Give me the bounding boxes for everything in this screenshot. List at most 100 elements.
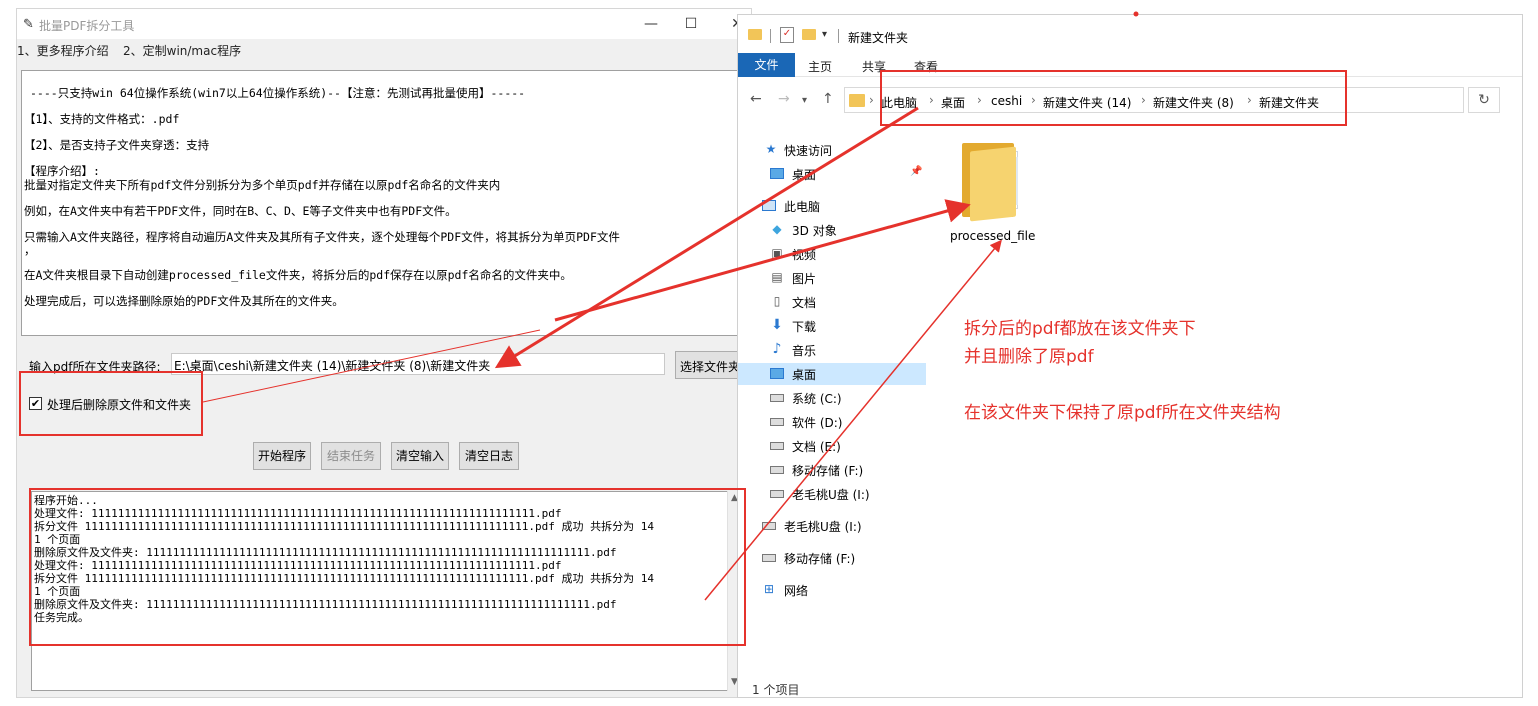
cube-icon: ◆: [772, 222, 782, 236]
music-icon: ♪: [772, 341, 782, 357]
status-item-count: 1 个项目: [752, 683, 800, 697]
nav-item-videos[interactable]: ▣ 视频: [738, 243, 926, 265]
nav-item-label: 3D 对象: [792, 224, 837, 238]
drive-icon: [770, 418, 784, 426]
annotation-text: 拆分后的pdf都放在该文件夹下: [964, 319, 1196, 339]
separator: [770, 29, 771, 43]
desktop-icon: [770, 168, 784, 179]
nav-item-label: 桌面: [792, 368, 817, 382]
drive-icon: [770, 466, 784, 474]
processed-file-folder[interactable]: [962, 139, 1024, 222]
nav-item-downloads[interactable]: ⬇ 下载: [738, 315, 926, 337]
app-title: 批量PDF拆分工具: [39, 19, 135, 33]
program-info-panel: ----只支持win 64位操作系统(win7以上64位操作系统)--【注意：先…: [21, 70, 749, 336]
desktop-icon: [770, 368, 784, 379]
info-line: 只需输入A文件夹路径，程序将自动遍历A文件夹及其所有子文件夹，逐个处理每个PDF…: [24, 230, 620, 244]
nav-item-drive-i[interactable]: 老毛桃U盘 (I:): [738, 483, 926, 505]
explorer-titlebar: ✓ ▾ 新建文件夹: [738, 15, 1522, 53]
folder-icon: [748, 29, 762, 40]
info-line: 在A文件夹根目录下自动创建processed_file文件夹，将拆分后的pdf保…: [24, 268, 572, 282]
folder-path-input[interactable]: E:\桌面\ceshi\新建文件夹 (14)\新建文件夹 (8)\新建文件夹: [171, 353, 665, 375]
nav-item-drive-c[interactable]: 系统 (C:): [738, 387, 926, 409]
nav-item-label: 快速访问: [784, 144, 833, 158]
recent-dropdown-icon[interactable]: ▾: [802, 95, 807, 106]
document-icon: ▯: [773, 294, 781, 308]
drive-icon: [762, 554, 776, 562]
nav-item-usb-f[interactable]: 移动存储 (F:): [738, 547, 926, 569]
nav-item-quick-access[interactable]: ★ 快速访问: [738, 139, 926, 161]
up-arrow-icon[interactable]: ↑: [822, 91, 834, 107]
nav-item-label: 老毛桃U盘 (I:): [784, 520, 862, 534]
nav-item-this-pc[interactable]: 此电脑: [738, 195, 926, 217]
nav-item-usb-i[interactable]: 老毛桃U盘 (I:): [738, 515, 926, 537]
highlight-checkbox: [19, 371, 203, 436]
highlight-address-bar: [880, 70, 1347, 126]
star-icon: ★: [765, 142, 777, 156]
nav-item-desktop[interactable]: 桌面: [738, 363, 926, 385]
nav-item-desktop-pinned[interactable]: 桌面 📌: [738, 163, 926, 185]
forward-arrow-icon[interactable]: →: [778, 91, 790, 107]
folder-front: [970, 146, 1016, 222]
nav-item-music[interactable]: ♪ 音乐: [738, 339, 926, 361]
nav-item-label: 移动存储 (F:): [784, 552, 856, 566]
info-line: 处理完成后，可以选择删除原始的PDF文件及其所在的文件夹。: [24, 294, 344, 308]
nav-item-pictures[interactable]: ▤ 图片: [738, 267, 926, 289]
info-line: 批量对指定文件夹下所有pdf文件分别拆分为多个单页pdf并存储在以原pdf名命名…: [24, 178, 501, 192]
nav-item-3d-objects[interactable]: ◆ 3D 对象: [738, 219, 926, 241]
network-icon: ⊞: [763, 582, 775, 596]
explorer-title: 新建文件夹: [848, 31, 909, 45]
nav-item-drive-d[interactable]: 软件 (D:): [738, 411, 926, 433]
highlight-log: [29, 488, 746, 646]
navigation-pane: ★ 快速访问 桌面 📌 此电脑 ◆ 3D 对象 ▣ 视频 ▤ 图片 ▯ 文档 ⬇…: [738, 125, 926, 665]
back-arrow-icon[interactable]: ←: [750, 91, 762, 107]
menu-more-programs[interactable]: 1、更多程序介绍: [17, 42, 109, 59]
nav-item-network[interactable]: ⊞ 网络: [738, 579, 926, 601]
pin-icon[interactable]: 📌: [910, 166, 922, 177]
drive-icon: [770, 490, 784, 498]
new-folder-icon[interactable]: [802, 29, 816, 40]
start-button[interactable]: 开始程序: [253, 442, 311, 470]
clear-log-button[interactable]: 清空日志: [459, 442, 519, 470]
nav-item-label: 软件 (D:): [792, 416, 843, 430]
menu-custom-programs[interactable]: 2、定制win/mac程序: [123, 42, 241, 59]
annotation-text: 并且删除了原pdf: [964, 347, 1094, 367]
info-line: ，: [24, 243, 36, 257]
app-menubar: 1、更多程序介绍 2、定制win/mac程序: [17, 39, 751, 61]
nav-item-label: 网络: [784, 584, 809, 598]
nav-item-label: 移动存储 (F:): [792, 464, 864, 478]
nav-item-label: 此电脑: [784, 200, 821, 214]
ribbon-tab-home[interactable]: 主页: [808, 58, 832, 75]
chevron-right-icon: ›: [869, 93, 874, 107]
drive-icon: [770, 394, 784, 402]
nav-item-label: 图片: [792, 272, 817, 286]
minimize-button[interactable]: —: [631, 13, 671, 35]
feather-icon: ✎: [23, 17, 34, 32]
nav-item-label: 老毛桃U盘 (I:): [792, 488, 870, 502]
properties-icon[interactable]: ✓: [780, 27, 794, 43]
maximize-button[interactable]: ☐: [671, 13, 711, 35]
picture-icon: ▤: [771, 270, 783, 284]
drive-icon: [770, 442, 784, 450]
end-task-button[interactable]: 结束任务: [321, 442, 381, 470]
drive-icon: [762, 522, 776, 530]
nav-item-documents[interactable]: ▯ 文档: [738, 291, 926, 313]
nav-item-label: 音乐: [792, 344, 817, 358]
info-line: 【2】、是否支持子文件夹穿透：支持: [24, 138, 210, 152]
annotation-text: 在该文件夹下保持了原pdf所在文件夹结构: [964, 403, 1281, 423]
ribbon-tab-file[interactable]: 文件: [738, 53, 795, 77]
nav-item-label: 文档 (E:): [792, 440, 841, 454]
quick-access-dropdown-icon[interactable]: ▾: [822, 29, 827, 40]
folder-name-label[interactable]: processed_file: [950, 229, 1035, 243]
nav-item-label: 系统 (C:): [792, 392, 842, 406]
video-icon: ▣: [771, 246, 783, 260]
app-titlebar: ✎ 批量PDF拆分工具 — ☐ ✕: [17, 9, 751, 39]
nav-item-label: 桌面: [792, 168, 817, 182]
separator: [838, 29, 839, 43]
nav-item-drive-e[interactable]: 文档 (E:): [738, 435, 926, 457]
clear-input-button[interactable]: 清空输入: [391, 442, 449, 470]
nav-item-drive-f[interactable]: 移动存储 (F:): [738, 459, 926, 481]
nav-item-label: 视频: [792, 248, 817, 262]
folder-icon: [849, 94, 865, 107]
nav-item-label: 文档: [792, 296, 817, 310]
refresh-icon[interactable]: ↻: [1468, 87, 1500, 113]
